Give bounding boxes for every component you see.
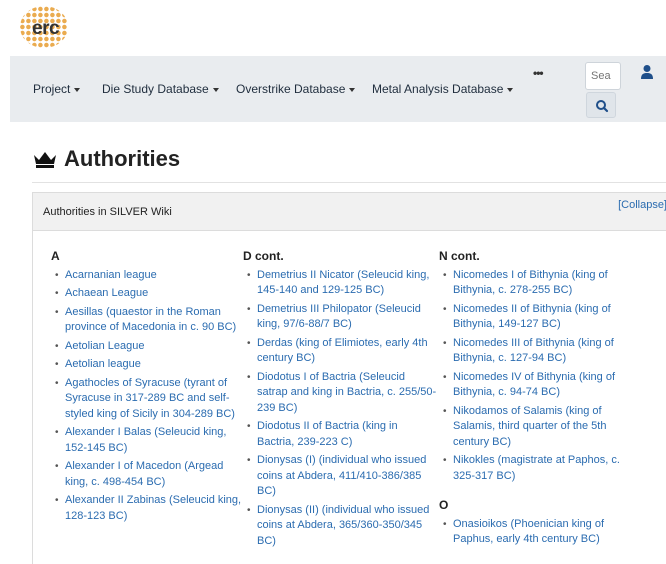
authority-link[interactable]: Aesillas (quaestor in the Roman province… [51,305,247,336]
logo-text: erc [32,18,60,39]
authority-link[interactable]: Acarnanian league [51,268,247,284]
authority-link[interactable]: Nicomedes III of Bithynia (king of Bithy… [439,336,639,367]
page-heading: Authorities [32,146,180,172]
authority-link[interactable]: Onasioikos (Phoenician king of Paphus, e… [439,517,639,548]
user-icon[interactable] [640,64,654,80]
search-icon [596,100,609,113]
authority-list: Demetrius II Nicator (Seleucid king, 145… [243,268,437,550]
nav-project-label: Project [33,82,71,96]
panel-title: Authorities in SILVER Wiki [43,206,172,218]
caret-down-icon [212,87,219,92]
authority-link[interactable]: Nicomedes II of Bithynia (king of Bithyn… [439,302,639,333]
authority-link[interactable]: Nikodamos of Salamis (king of Salamis, t… [439,404,639,451]
nav-overstrike[interactable]: Overstrike Database [236,82,356,96]
authority-list: Nicomedes I of Bithynia (king of Bithyni… [439,268,639,485]
group-heading: D cont. [243,249,284,263]
collapse-link[interactable]: [Collapse] [618,199,666,211]
caret-down-icon [74,87,81,92]
authority-link[interactable]: Alexander I of Macedon (Argead king, c. … [51,459,247,490]
authority-link[interactable]: Diodotus II of Bactria (king in Bactria,… [243,419,437,450]
nav-metal-analysis-label: Metal Analysis Database [372,82,504,96]
authority-link[interactable]: Aetolian league [51,357,247,373]
erc-logo[interactable]: erc [20,6,68,48]
authority-link[interactable]: Nicomedes I of Bithynia (king of Bithyni… [439,268,639,299]
authority-link[interactable]: Dionysas (II) (individual who issued coi… [243,503,437,550]
group-heading: O [439,498,449,512]
heading-divider [32,182,666,183]
group-heading: A [51,249,60,263]
more-menu-icon[interactable]: ••• [533,66,544,80]
column-3: N cont. Nicomedes I of Bithynia (king of… [439,249,639,551]
authority-link[interactable]: Achaean League [51,286,247,302]
authority-link[interactable]: Agathocles of Syracuse (tyrant of Syracu… [51,376,247,423]
authority-link[interactable]: Alexander II Zabinas (Seleucid king, 128… [51,493,247,524]
authority-link[interactable]: Demetrius III Philopator (Seleucid king,… [243,302,437,333]
caret-down-icon [507,87,514,92]
caret-down-icon [349,87,356,92]
authority-link[interactable]: Diodotus I of Bactria (Seleucid satrap a… [243,370,437,417]
navbar: Project Die Study Database Overstrike Da… [10,56,666,122]
authority-link[interactable]: Demetrius II Nicator (Seleucid king, 145… [243,268,437,299]
crown-icon [34,152,56,168]
authority-link[interactable]: Nicomedes IV of Bithynia (king of Bithyn… [439,370,639,401]
authority-link[interactable]: Alexander I Balas (Seleucid king, 152-14… [51,425,247,456]
authorities-panel: Authorities in SILVER Wiki [Collapse] A … [32,192,666,564]
logo-bar: erc [0,0,666,56]
authority-link[interactable]: Dionysas (I) (individual who issued coin… [243,453,437,500]
authority-list: Onasioikos (Phoenician king of Paphus, e… [439,517,639,548]
panel-header: Authorities in SILVER Wiki [Collapse] [33,193,666,231]
group-heading: N cont. [439,249,480,263]
nav-project[interactable]: Project [33,82,81,96]
authority-link[interactable]: Nikokles (magistrate at Paphos, c. 325-3… [439,453,639,484]
authority-link[interactable]: Aetolian League [51,339,247,355]
column-1: A Acarnanian league Achaean League Aesil… [51,249,247,527]
nav-die-study-label: Die Study Database [102,82,209,96]
page-title: Authorities [64,146,181,171]
column-2: D cont. Demetrius II Nicator (Seleucid k… [243,249,437,552]
search-button[interactable] [586,92,616,118]
nav-metal-analysis[interactable]: Metal Analysis Database [372,82,514,96]
nav-die-study[interactable]: Die Study Database [102,82,219,96]
authority-link[interactable]: Derdas (king of Elimiotes, early 4th cen… [243,336,437,367]
authority-list: Acarnanian league Achaean League Aesilla… [51,268,247,525]
search-input[interactable] [585,62,621,90]
nav-overstrike-label: Overstrike Database [236,82,346,96]
